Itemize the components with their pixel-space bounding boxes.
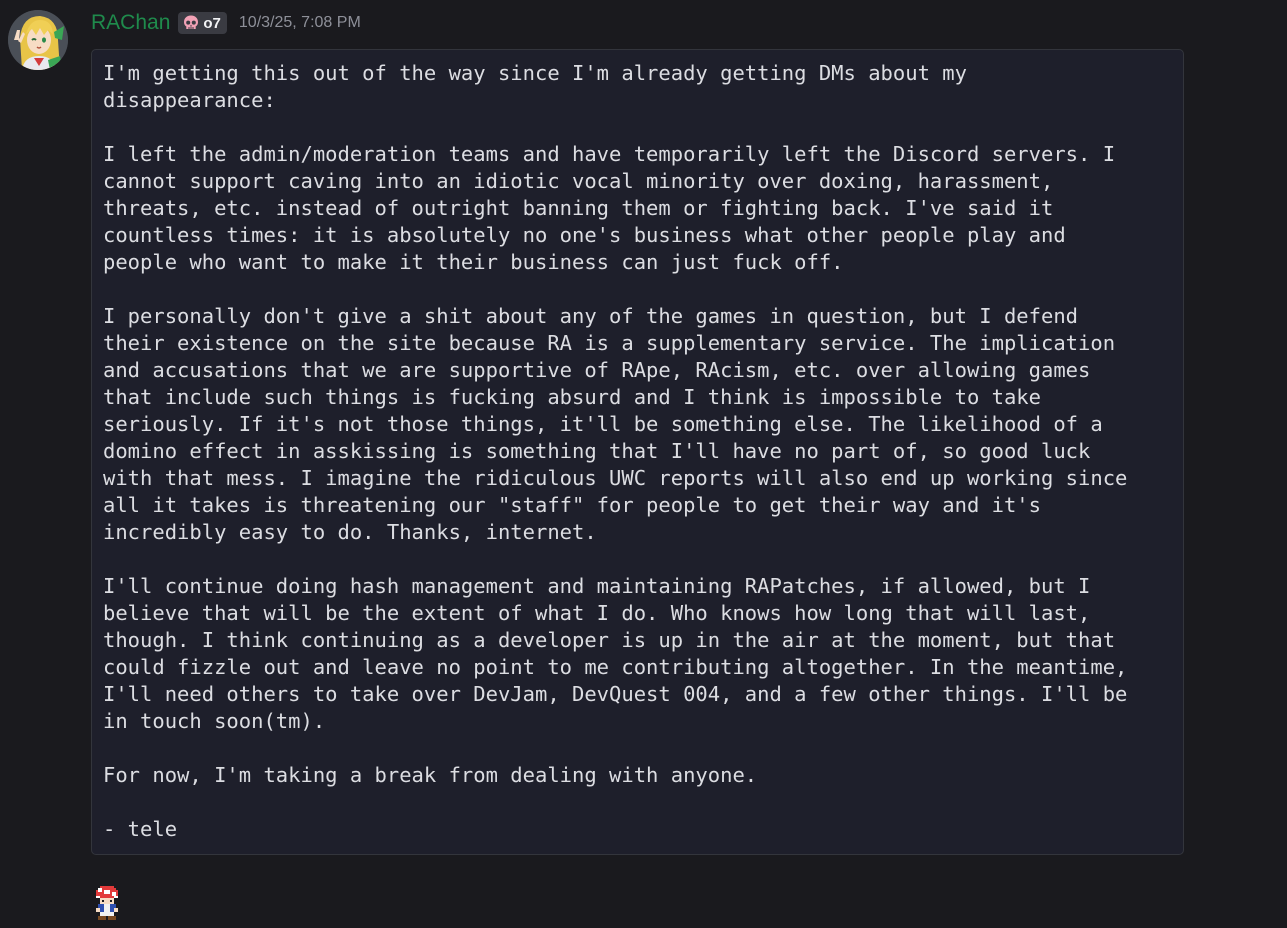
role-tag[interactable]: o7 bbox=[178, 12, 227, 34]
user-avatar[interactable] bbox=[8, 10, 68, 70]
code-block-text: I'm getting this out of the way since I'… bbox=[103, 61, 1128, 841]
anime-avatar-icon bbox=[8, 10, 68, 70]
username[interactable]: RAChan bbox=[91, 8, 170, 38]
toad-sprite-icon bbox=[96, 886, 118, 920]
code-block: I'm getting this out of the way since I'… bbox=[91, 49, 1184, 855]
message-header: RAChan o7 10/3/25, 7:08 PM bbox=[91, 8, 361, 38]
message-timestamp[interactable]: 10/3/25, 7:08 PM bbox=[239, 14, 361, 32]
skull-icon bbox=[184, 15, 199, 29]
chat-message: RAChan o7 10/3/25, 7:08 PM I'm getting t… bbox=[0, 0, 1287, 928]
role-tag-text: o7 bbox=[203, 14, 221, 32]
